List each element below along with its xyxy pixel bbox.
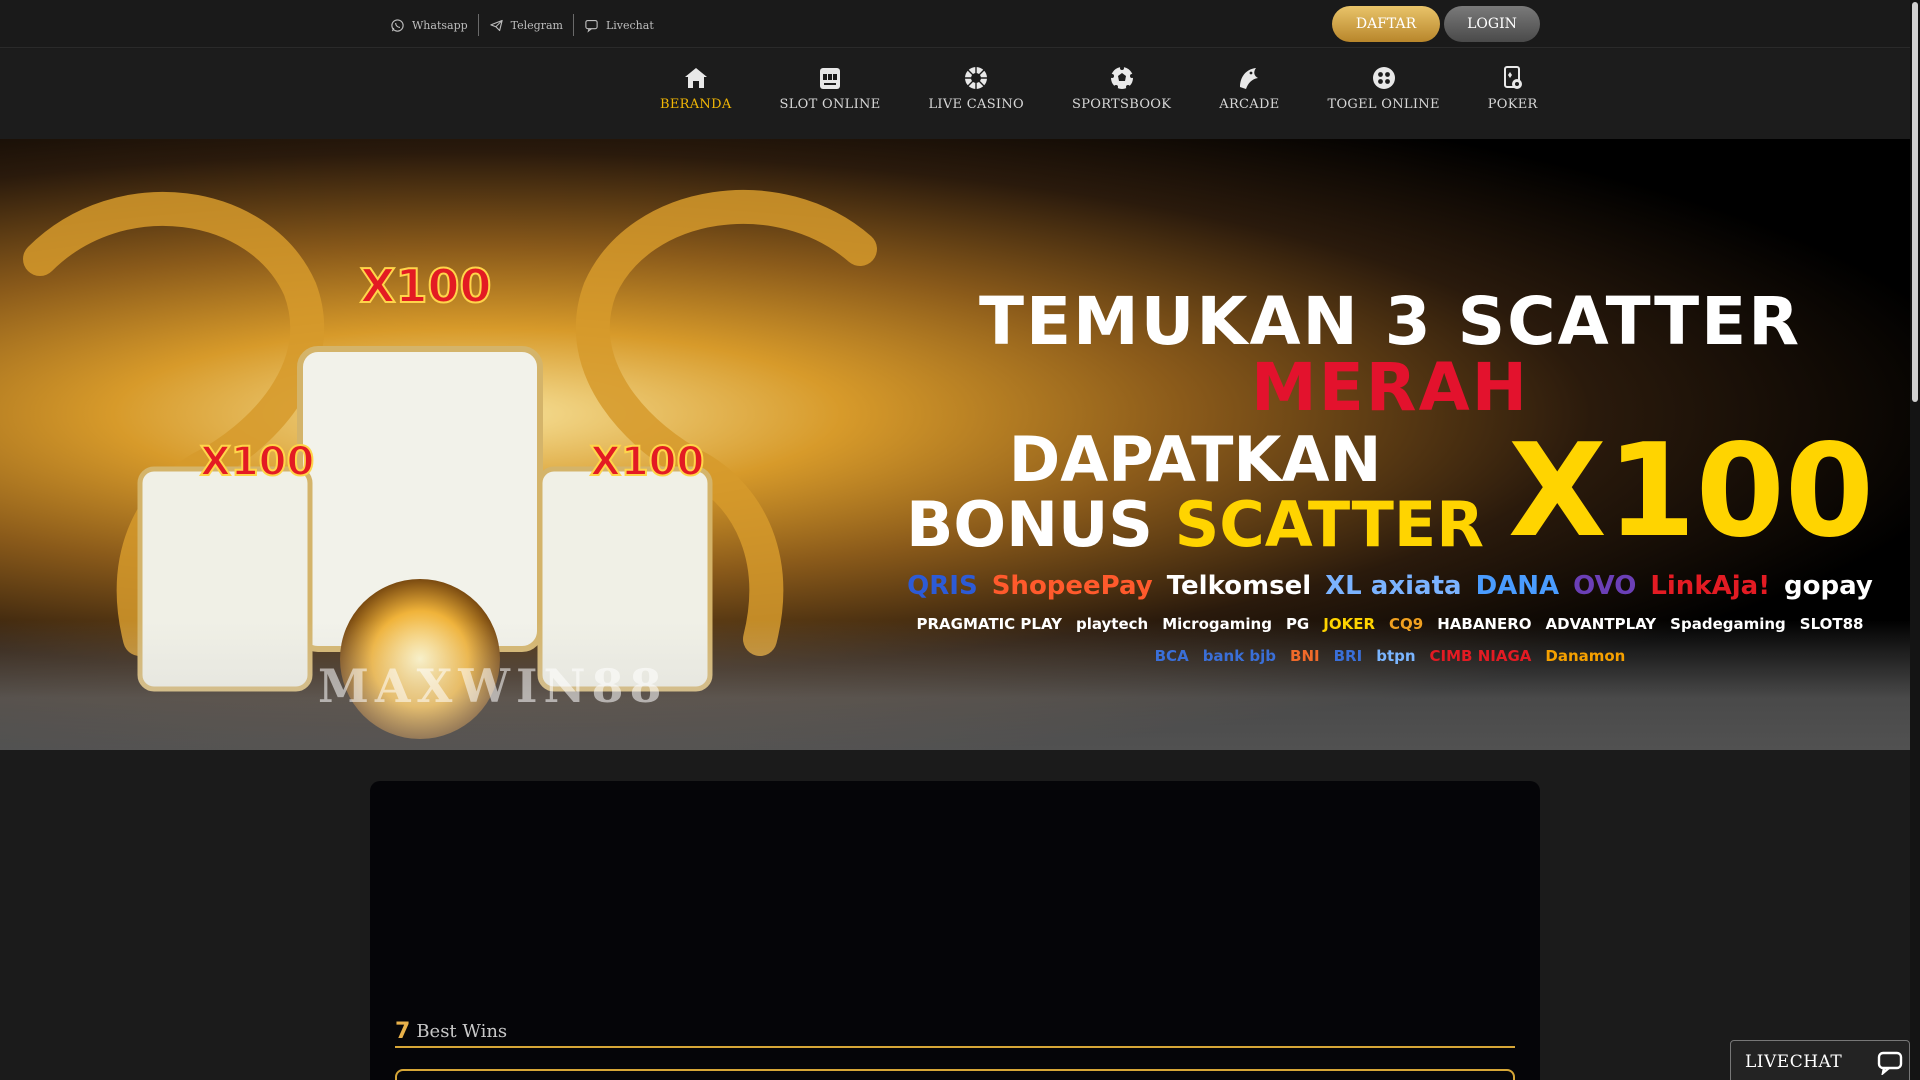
contact-links: Whatsapp Telegram Livechat — [380, 14, 664, 36]
lottery-ball-icon — [1372, 67, 1395, 89]
nav-item-togel-online[interactable]: TOGEL ONLINE — [1328, 63, 1440, 112]
bank-logos: BCA bank bjb BNI BRI btpn CIMB NIAGA Dan… — [905, 647, 1875, 665]
roulette-icon — [965, 67, 988, 89]
provider-logo: playtech — [1075, 615, 1149, 634]
whatsapp-label: Whatsapp — [412, 18, 468, 32]
provider-logo: Spadegaming — [1670, 615, 1786, 634]
payment-logos: QRIS ShopeePay Telkomsel XL axiata DANA … — [905, 571, 1875, 601]
nav-label-live-casino: LIVE CASINO — [928, 97, 1024, 112]
nav-item-slot-online[interactable]: SLOT ONLINE — [780, 63, 881, 112]
telegram-label: Telegram — [510, 18, 563, 32]
provider-logo: SLOT88 — [1799, 615, 1864, 634]
provider-logo: HABANERO — [1437, 615, 1532, 634]
best-wins-label: Best Wins — [416, 1020, 508, 1042]
promo-banner[interactable]: X100 X100 X100 MAXWIN88 TEMUKAN 3 SCATTE… — [0, 139, 1910, 750]
tile-badge: X100 — [359, 258, 492, 314]
tile-badge: X100 — [199, 438, 315, 486]
scrollbar-thumb[interactable] — [1912, 2, 1918, 402]
payment-logo: XL axiata — [1325, 571, 1462, 602]
headline-line3-white: BONUS — [906, 488, 1153, 562]
livechat-label: LIVECHAT — [1745, 1052, 1843, 1072]
nav-item-sportsbook[interactable]: SPORTSBOOK — [1072, 63, 1171, 112]
livechat-link-label: Livechat — [605, 18, 654, 32]
whatsapp-icon — [391, 18, 404, 32]
headline-line1: TEMUKAN 3 SCATTER MERAH — [905, 289, 1875, 421]
provider-logo: PG — [1285, 615, 1310, 634]
chat-bubble-icon — [1877, 1051, 1903, 1075]
multiplier-text: X100 — [1508, 417, 1874, 567]
home-icon — [684, 68, 707, 88]
nav-label-poker: POKER — [1487, 97, 1538, 112]
nav-item-beranda[interactable]: BERANDA — [660, 63, 732, 112]
nav-label-slot-online: SLOT ONLINE — [779, 97, 881, 112]
brand-watermark: MAXWIN88 — [318, 659, 668, 713]
payment-logo: QRIS — [907, 571, 978, 602]
payment-logo: Telkomsel — [1166, 571, 1312, 602]
bank-logo: BNI — [1290, 647, 1320, 666]
main-nav: BERANDA SLOT ONLINE LIVE CASINO SPORTSBO… — [0, 49, 1910, 139]
slot-machine-icon — [820, 68, 840, 89]
headline-line2: DAPATKAN — [1008, 423, 1382, 496]
soccer-ball-icon — [1109, 66, 1134, 89]
headline-block: DAPATKAN BONUS SCATTER X100 — [905, 427, 1875, 557]
provider-logos: PRAGMATIC PLAY playtech Microgaming PG J… — [905, 615, 1875, 633]
bank-logo: btpn — [1376, 647, 1416, 666]
cards-icon — [1503, 66, 1522, 89]
fish-icon — [1240, 68, 1259, 89]
payment-logo: OVO — [1573, 571, 1637, 602]
best-wins-list — [395, 1069, 1515, 1080]
provider-logo: PRAGMATIC PLAY — [916, 615, 1062, 634]
daftar-button[interactable]: DAFTAR — [1332, 6, 1440, 42]
nav-label-arcade: ARCADE — [1219, 97, 1280, 112]
bank-logo: BCA — [1154, 647, 1189, 666]
headline-line3: BONUS SCATTER — [906, 492, 1484, 557]
provider-logo: ADVANTPLAY — [1545, 615, 1657, 634]
livechat-widget[interactable]: LIVECHAT — [1730, 1040, 1910, 1080]
nav-item-poker[interactable]: POKER — [1488, 63, 1538, 112]
nav-item-arcade[interactable]: ARCADE — [1219, 63, 1279, 112]
nav-label-togel-online: TOGEL ONLINE — [1327, 97, 1440, 112]
auth-buttons: DAFTAR LOGIN — [1332, 6, 1540, 42]
headline-line3-yellow: SCATTER — [1174, 488, 1484, 562]
bank-logo: bank bjb — [1202, 647, 1277, 666]
best-wins-header: 7 Best Wins — [395, 1016, 1515, 1048]
payment-logo: DANA — [1475, 571, 1560, 602]
payment-logo: gopay — [1784, 571, 1873, 602]
payment-logo: ShopeePay — [991, 571, 1153, 602]
bank-logo: BRI — [1333, 647, 1363, 666]
tile-badge: X100 — [589, 438, 705, 486]
telegram-link[interactable]: Telegram — [477, 14, 573, 36]
top-bar: Whatsapp Telegram Livechat DAFTAR LOGIN — [0, 0, 1910, 48]
chat-icon — [585, 19, 598, 33]
livechat-link[interactable]: Livechat — [572, 14, 664, 36]
login-button[interactable]: LOGIN — [1444, 6, 1540, 42]
provider-logo: Microgaming — [1162, 615, 1272, 634]
banner-headline: TEMUKAN 3 SCATTER MERAH DAPATKAN BONUS S… — [905, 289, 1875, 666]
bank-logo: Danamon — [1545, 647, 1626, 666]
seven-icon: 7 — [395, 1018, 411, 1044]
telegram-icon — [489, 19, 503, 31]
headline-line1-red: MERAH — [1251, 349, 1529, 426]
nav-item-live-casino[interactable]: LIVE CASINO — [928, 63, 1024, 112]
whatsapp-link[interactable]: Whatsapp — [380, 14, 478, 36]
provider-logo: JOKER — [1323, 615, 1376, 634]
provider-logo: CQ9 — [1389, 615, 1424, 634]
nav-label-sportsbook: SPORTSBOOK — [1071, 97, 1172, 112]
nav-label-beranda: BERANDA — [660, 97, 732, 112]
bank-logo: CIMB NIAGA — [1429, 647, 1532, 666]
payment-logo: LinkAja! — [1650, 571, 1771, 602]
